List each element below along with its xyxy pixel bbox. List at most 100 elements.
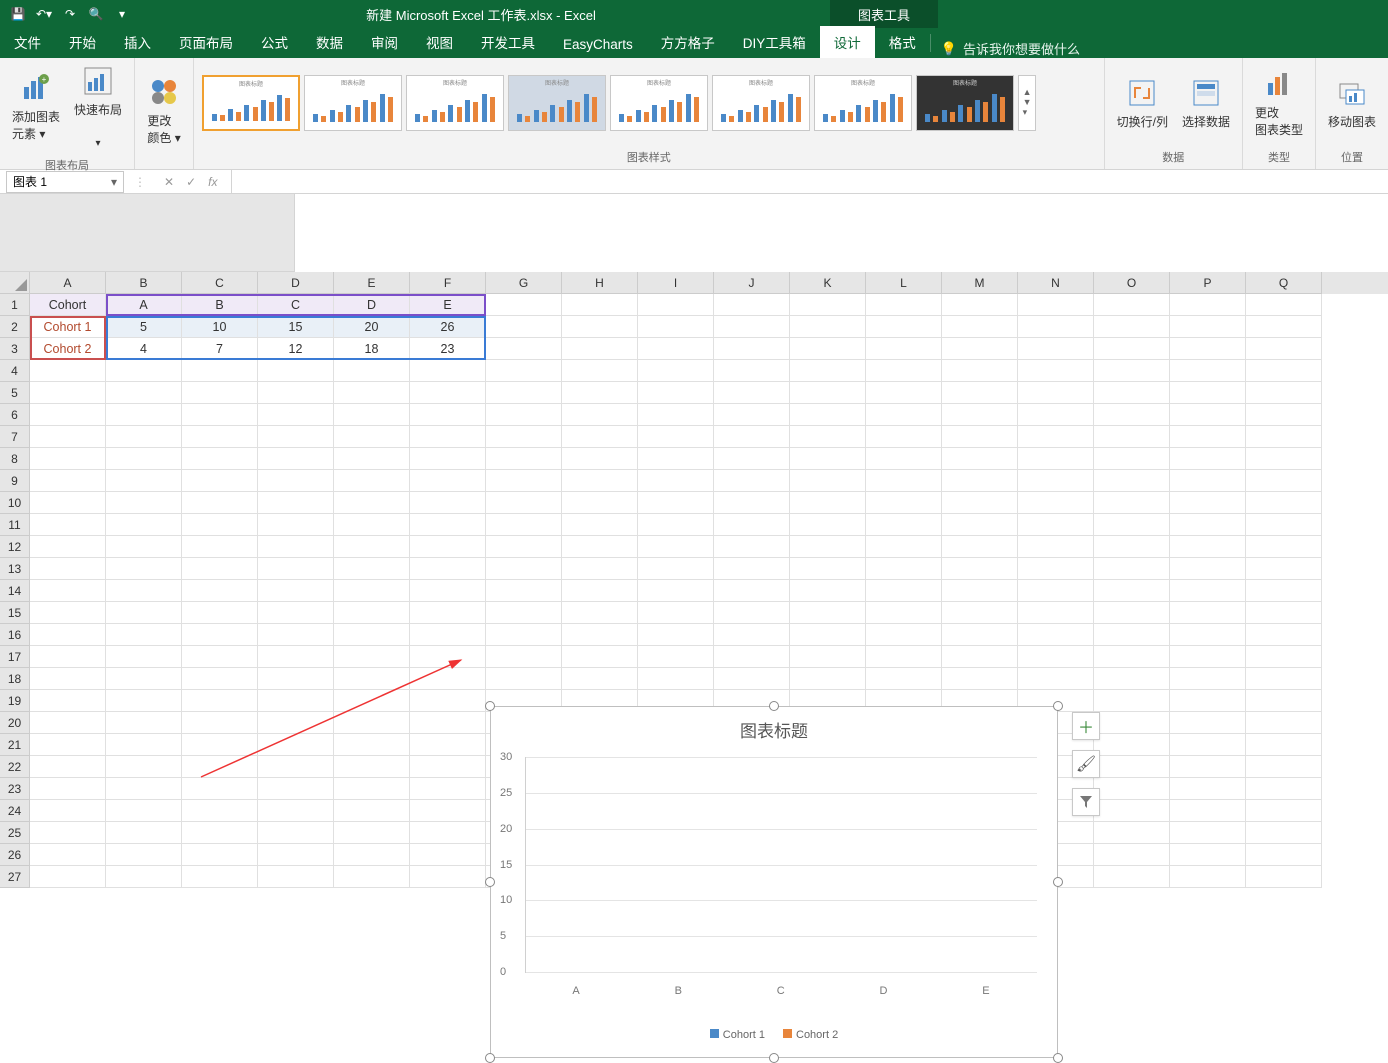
tab-review[interactable]: 审阅 <box>357 26 412 58</box>
cell[interactable] <box>562 382 638 404</box>
cell[interactable] <box>1018 602 1094 624</box>
cell[interactable]: 23 <box>410 338 486 360</box>
cell[interactable] <box>410 602 486 624</box>
cell[interactable]: Cohort <box>30 294 106 316</box>
cell[interactable] <box>714 624 790 646</box>
cell[interactable] <box>1094 822 1170 844</box>
cell[interactable] <box>106 866 182 888</box>
cell[interactable] <box>1170 360 1246 382</box>
rowhead-24[interactable]: 24 <box>0 800 30 822</box>
cell[interactable] <box>714 382 790 404</box>
cell[interactable] <box>334 404 410 426</box>
style-thumb-8[interactable]: 图表标题 <box>916 75 1014 131</box>
cell[interactable] <box>334 492 410 514</box>
cell[interactable] <box>1094 734 1170 756</box>
cell[interactable] <box>182 404 258 426</box>
cell[interactable] <box>410 822 486 844</box>
select-all-corner[interactable] <box>0 272 30 294</box>
cell[interactable] <box>106 404 182 426</box>
cell[interactable] <box>182 514 258 536</box>
cell[interactable] <box>866 448 942 470</box>
cell[interactable] <box>866 624 942 646</box>
cell[interactable] <box>334 690 410 712</box>
cell[interactable] <box>866 470 942 492</box>
cell[interactable] <box>1170 602 1246 624</box>
cell[interactable] <box>1246 360 1322 382</box>
cell[interactable] <box>486 470 562 492</box>
cell[interactable]: E <box>410 294 486 316</box>
cell[interactable] <box>106 580 182 602</box>
cell[interactable] <box>1094 514 1170 536</box>
cell[interactable] <box>790 514 866 536</box>
cell[interactable] <box>562 624 638 646</box>
cell[interactable] <box>258 866 334 888</box>
cell[interactable] <box>562 470 638 492</box>
cell[interactable] <box>106 844 182 866</box>
cell[interactable] <box>1094 536 1170 558</box>
cell[interactable] <box>182 624 258 646</box>
cell[interactable] <box>1094 338 1170 360</box>
chart-title[interactable]: 图表标题 <box>491 707 1057 746</box>
resize-handle-bl[interactable] <box>485 1053 495 1063</box>
cell[interactable] <box>1170 448 1246 470</box>
cell[interactable] <box>942 338 1018 360</box>
cell[interactable] <box>258 778 334 800</box>
cell[interactable] <box>182 668 258 690</box>
cell[interactable] <box>30 778 106 800</box>
cell[interactable] <box>334 668 410 690</box>
rowhead-25[interactable]: 25 <box>0 822 30 844</box>
cell[interactable] <box>1246 558 1322 580</box>
cell[interactable] <box>486 580 562 602</box>
cell[interactable] <box>562 580 638 602</box>
cell[interactable] <box>30 734 106 756</box>
cell[interactable] <box>486 338 562 360</box>
resize-handle-mr[interactable] <box>1053 877 1063 887</box>
cell[interactable] <box>334 514 410 536</box>
cell[interactable] <box>1018 668 1094 690</box>
cell[interactable] <box>562 360 638 382</box>
cell[interactable] <box>486 360 562 382</box>
cell[interactable]: 7 <box>182 338 258 360</box>
cell[interactable] <box>1094 382 1170 404</box>
cell[interactable] <box>258 646 334 668</box>
cell[interactable] <box>182 646 258 668</box>
cell[interactable] <box>486 514 562 536</box>
rowhead-13[interactable]: 13 <box>0 558 30 580</box>
cell[interactable] <box>942 294 1018 316</box>
cell[interactable] <box>1246 316 1322 338</box>
cell[interactable] <box>106 668 182 690</box>
cell[interactable] <box>1094 558 1170 580</box>
rowhead-15[interactable]: 15 <box>0 602 30 624</box>
cell[interactable]: 5 <box>106 316 182 338</box>
undo-icon[interactable]: ↶▾ <box>34 4 54 24</box>
cell[interactable]: 18 <box>334 338 410 360</box>
cell[interactable] <box>942 316 1018 338</box>
tab-design[interactable]: 设计 <box>820 26 875 58</box>
colhead-a[interactable]: A <box>30 272 106 294</box>
cell[interactable] <box>714 294 790 316</box>
cell[interactable] <box>1018 294 1094 316</box>
resize-handle-ml[interactable] <box>485 877 495 887</box>
cell[interactable] <box>1018 558 1094 580</box>
cell[interactable] <box>182 470 258 492</box>
cell[interactable] <box>1246 822 1322 844</box>
cell[interactable] <box>1094 448 1170 470</box>
cell[interactable] <box>1170 492 1246 514</box>
chart-brush-button[interactable]: 🖌 <box>1072 750 1100 778</box>
cell[interactable] <box>486 624 562 646</box>
tab-insert[interactable]: 插入 <box>110 26 165 58</box>
cell[interactable] <box>410 492 486 514</box>
cell[interactable] <box>486 448 562 470</box>
cell[interactable] <box>1018 646 1094 668</box>
cell[interactable] <box>258 514 334 536</box>
chart-plus-button[interactable]: ＋ <box>1072 712 1100 740</box>
cell[interactable] <box>106 558 182 580</box>
cell[interactable] <box>334 646 410 668</box>
cell[interactable] <box>562 316 638 338</box>
tab-diy[interactable]: DIY工具箱 <box>729 26 820 58</box>
cell[interactable] <box>942 646 1018 668</box>
cell[interactable] <box>1246 580 1322 602</box>
cell[interactable] <box>30 404 106 426</box>
cell[interactable] <box>714 646 790 668</box>
cell[interactable] <box>410 690 486 712</box>
